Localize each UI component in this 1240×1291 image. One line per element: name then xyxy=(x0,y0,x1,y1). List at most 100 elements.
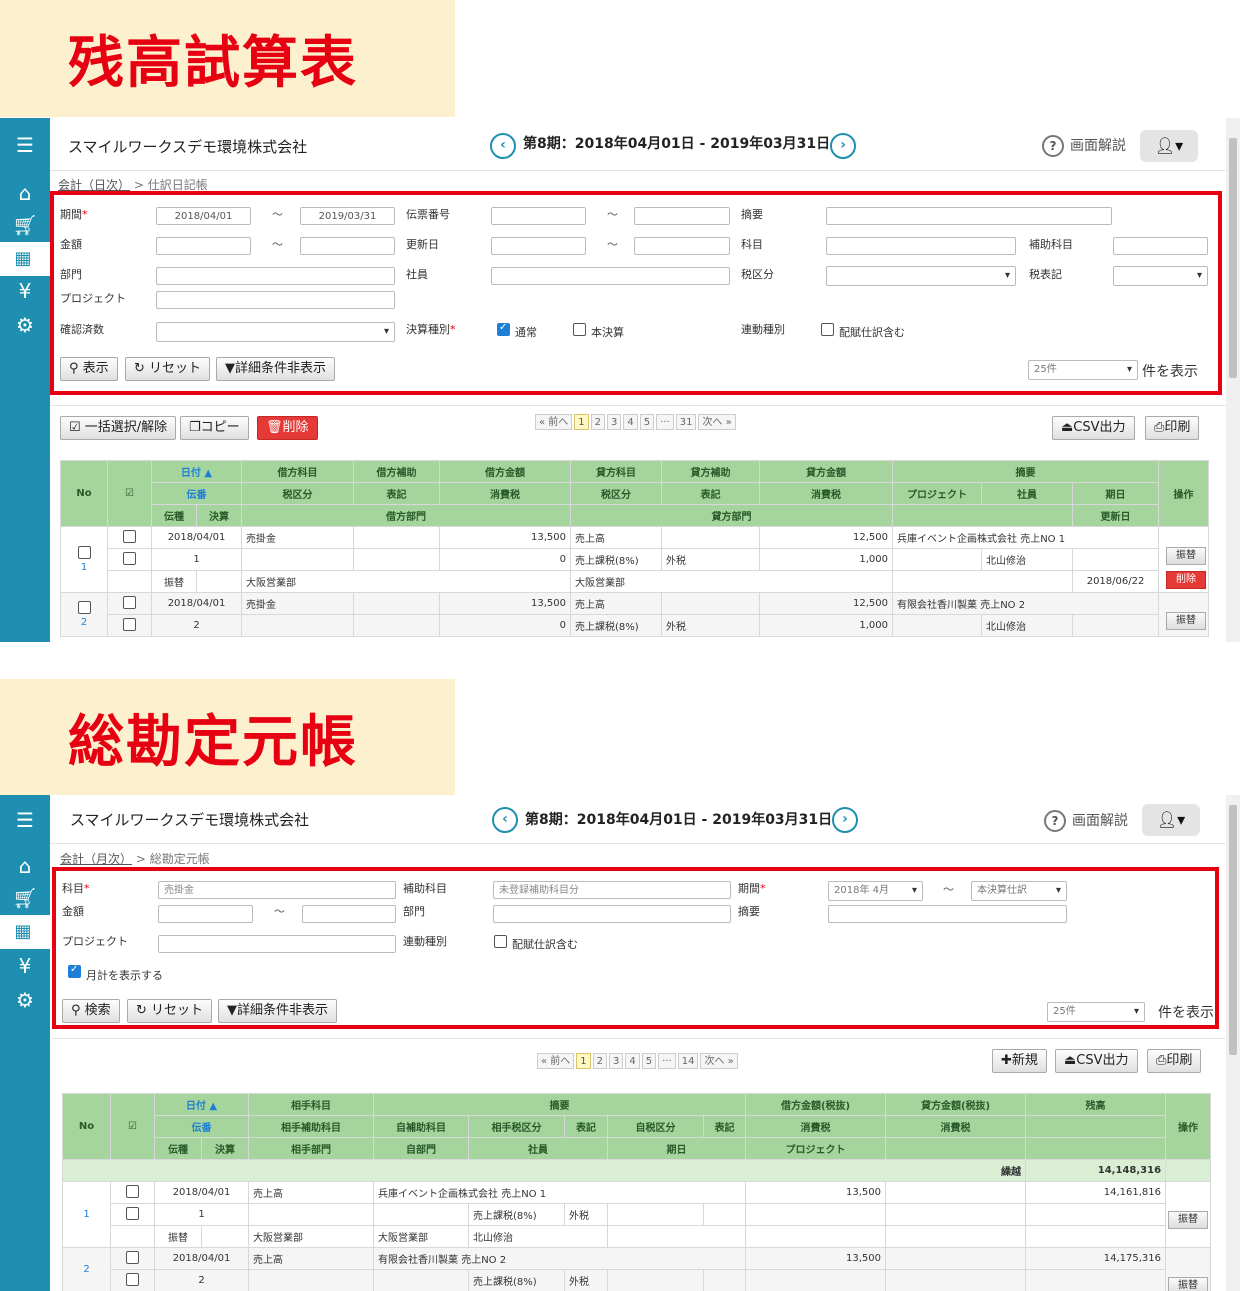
row-delete-button[interactable]: 削除 xyxy=(1166,571,1206,589)
pager-page-4[interactable]: 4 xyxy=(625,1053,640,1069)
tax-class-select[interactable] xyxy=(826,266,1016,286)
transfer-button[interactable]: 振替 xyxy=(1168,1211,1208,1229)
col-date[interactable]: 日付 ▲ xyxy=(150,460,243,483)
gear-icon[interactable]: ⚙ xyxy=(10,312,40,338)
include-alloc-checkbox[interactable] xyxy=(494,935,507,948)
project-input[interactable] xyxy=(156,291,395,309)
toggle-detail-button[interactable]: ▼詳細条件非表示 xyxy=(218,999,338,1023)
toggle-detail-button[interactable]: ▼詳細条件非表示 xyxy=(216,357,336,381)
menu-icon[interactable]: ☰ xyxy=(10,807,40,833)
row-checkbox[interactable] xyxy=(77,601,91,614)
account-input[interactable] xyxy=(826,237,1016,255)
project-input[interactable] xyxy=(158,935,396,953)
line-checkbox[interactable] xyxy=(126,1250,139,1264)
pager-prev[interactable]: « 前へ xyxy=(537,1053,575,1069)
row-checkbox[interactable] xyxy=(77,546,91,559)
account-input[interactable]: 売掛金 xyxy=(158,881,396,899)
csv-export-button[interactable]: ⏏CSV出力 xyxy=(1055,1049,1138,1073)
scrollbar[interactable] xyxy=(1226,795,1240,1291)
scrollbar-thumb[interactable] xyxy=(1229,138,1237,378)
normal-checkbox[interactable] xyxy=(497,322,510,336)
pager-page-1[interactable]: 1 xyxy=(576,1053,591,1069)
updated-to-input[interactable] xyxy=(634,237,730,255)
page-size-select[interactable]: 25件 xyxy=(1047,1002,1145,1022)
prev-period-button[interactable]: ‹ xyxy=(492,807,518,833)
sidebar-item-accounting[interactable]: ▦ xyxy=(0,242,50,276)
scrollbar[interactable] xyxy=(1226,118,1240,642)
reset-button[interactable]: ↻ リセット xyxy=(127,999,213,1023)
pager-page-4[interactable]: 4 xyxy=(623,414,638,430)
print-button[interactable]: ⎙印刷 xyxy=(1145,416,1200,440)
breadcrumb-root[interactable]: 会計（日次） xyxy=(58,178,130,192)
col-slip[interactable]: 伝番 xyxy=(153,1115,250,1138)
period-month-select[interactable]: 2018年 4月 xyxy=(828,881,923,901)
pager-prev[interactable]: « 前へ xyxy=(535,414,573,430)
cart-icon[interactable]: 🛒︎ xyxy=(10,885,40,911)
copy-button[interactable]: ❐コピー xyxy=(180,416,249,440)
monthly-checkbox[interactable] xyxy=(68,964,81,978)
help-link[interactable]: ? 画面解説 xyxy=(1042,135,1126,157)
show-button[interactable]: ⚲ 表示 xyxy=(60,357,118,381)
money-bag-icon[interactable]: ¥ xyxy=(10,953,40,979)
pager-page-last[interactable]: 14 xyxy=(677,1053,699,1069)
amount-to-input[interactable] xyxy=(300,237,395,255)
home-icon[interactable]: ⌂ xyxy=(10,853,40,879)
user-menu-button[interactable]: 👤︎▾ xyxy=(1142,804,1200,836)
confirmed-select[interactable] xyxy=(156,322,395,342)
menu-icon[interactable]: ☰ xyxy=(10,132,40,158)
date-from-input[interactable]: 2018/04/01 xyxy=(156,207,251,225)
final-checkbox[interactable] xyxy=(573,323,586,336)
pager-page-last[interactable]: 31 xyxy=(675,414,697,430)
reset-button[interactable]: ↻ リセット xyxy=(125,357,211,381)
sub-account-input[interactable]: 未登録補助科目分 xyxy=(493,881,731,899)
line-checkbox[interactable] xyxy=(123,595,136,609)
col-check[interactable]: ☑ xyxy=(107,460,152,527)
amount-from-input[interactable] xyxy=(158,905,253,923)
transfer-button[interactable]: 振替 xyxy=(1168,1277,1208,1291)
tax-notation-select[interactable] xyxy=(1113,266,1208,286)
help-link[interactable]: ? 画面解説 xyxy=(1044,810,1128,832)
row-no[interactable]: 2 xyxy=(81,617,87,628)
transfer-button[interactable]: 振替 xyxy=(1166,612,1206,630)
scrollbar-thumb[interactable] xyxy=(1229,805,1237,1055)
user-menu-button[interactable]: 👤︎▾ xyxy=(1140,130,1198,162)
pager-next[interactable]: 次へ » xyxy=(700,1053,738,1069)
sub-account-input[interactable] xyxy=(1113,237,1208,255)
home-icon[interactable]: ⌂ xyxy=(10,180,40,206)
next-period-button[interactable]: › xyxy=(830,133,856,159)
csv-export-button[interactable]: ⏏CSV出力 xyxy=(1052,416,1135,440)
pager-next[interactable]: 次へ » xyxy=(698,414,736,430)
col-slip[interactable]: 伝番 xyxy=(150,482,243,505)
delete-button[interactable]: 🗑︎削除 xyxy=(257,416,318,440)
slip-no-to-input[interactable] xyxy=(634,207,730,225)
line-checkbox[interactable] xyxy=(126,1184,139,1198)
cart-icon[interactable]: 🛒︎ xyxy=(10,212,40,238)
pager-page-5[interactable]: 5 xyxy=(639,414,655,430)
line-checkbox[interactable] xyxy=(126,1206,139,1220)
print-button[interactable]: ⎙印刷 xyxy=(1147,1049,1202,1073)
page-size-select[interactable]: 25件 xyxy=(1028,360,1138,380)
breadcrumb-root[interactable]: 会計（月次） xyxy=(60,852,132,866)
money-bag-icon[interactable]: ¥ xyxy=(10,278,40,304)
summary-input[interactable] xyxy=(826,207,1112,225)
summary-input[interactable] xyxy=(828,905,1067,923)
staff-input[interactable] xyxy=(491,267,730,285)
line-checkbox[interactable] xyxy=(126,1272,139,1286)
pager-page-5[interactable]: 5 xyxy=(641,1053,657,1069)
gear-icon[interactable]: ⚙ xyxy=(10,987,40,1013)
line-checkbox[interactable] xyxy=(123,529,136,543)
bulk-select-button[interactable]: ☑ 一括選択/解除 xyxy=(60,416,177,440)
amount-to-input[interactable] xyxy=(302,905,396,923)
search-button[interactable]: ⚲ 検索 xyxy=(62,999,120,1023)
pager-page-3[interactable]: 3 xyxy=(607,414,622,430)
next-period-button[interactable]: › xyxy=(832,807,858,833)
dept-input[interactable] xyxy=(156,267,395,285)
col-check[interactable]: ☑ xyxy=(110,1093,155,1160)
new-button[interactable]: ✚新規 xyxy=(992,1049,1047,1073)
row-no[interactable]: 1 xyxy=(83,1209,89,1220)
include-alloc-checkbox[interactable] xyxy=(821,323,834,336)
transfer-button[interactable]: 振替 xyxy=(1166,547,1206,565)
sidebar-item-accounting[interactable]: ▦ xyxy=(0,915,50,949)
slip-no-from-input[interactable] xyxy=(491,207,586,225)
line-checkbox[interactable] xyxy=(123,617,136,631)
